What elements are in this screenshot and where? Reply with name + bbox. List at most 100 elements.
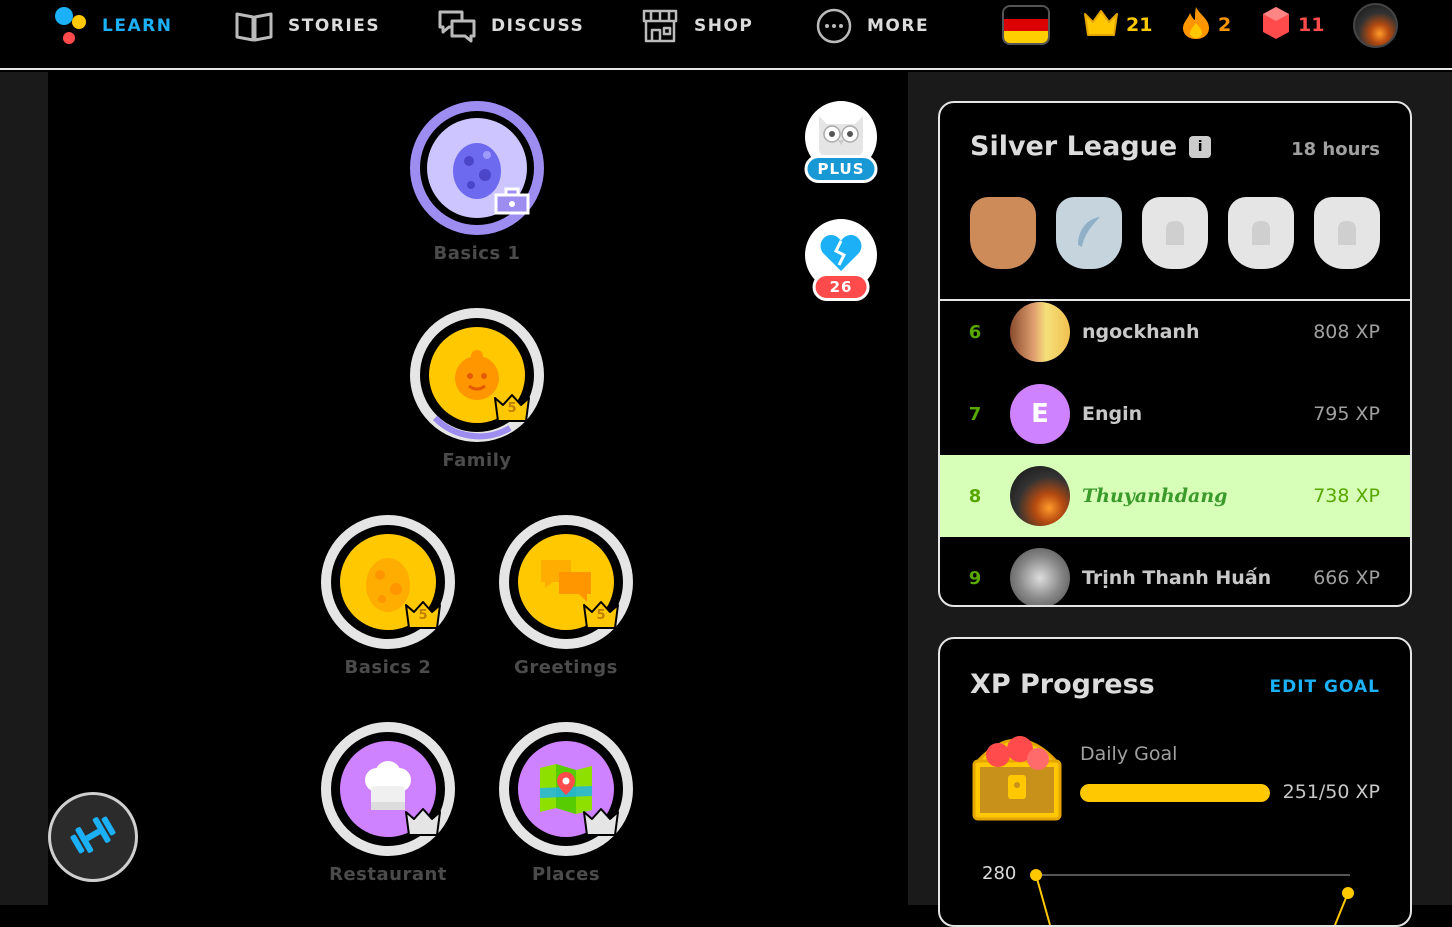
- bronze-league-icon: [970, 197, 1036, 269]
- leaderboard-row-current-user[interactable]: 8 Thuyanhdang 738 XP: [940, 455, 1410, 537]
- crown-level: 5: [507, 401, 517, 416]
- user-avatar: [1010, 466, 1070, 526]
- crown-level: 5: [596, 608, 606, 623]
- nav-discuss-label: DISCUSS: [491, 16, 585, 36]
- skill-basics-2[interactable]: 5 Basics 2: [318, 515, 458, 678]
- skill-places[interactable]: Places: [496, 722, 636, 885]
- nav-discuss[interactable]: DISCUSS: [437, 8, 584, 44]
- learn-icon: [54, 6, 88, 46]
- crown-level-badge: 5: [581, 599, 621, 631]
- top-nav-bar: LEARN STORIES DISCUSS SHOP MORE 21 2 11: [0, 0, 1452, 70]
- user-name: Thuyanhdang: [1082, 485, 1228, 507]
- info-icon[interactable]: i: [1189, 135, 1212, 158]
- practice-button[interactable]: [48, 792, 138, 882]
- skill-label: Greetings: [514, 657, 618, 678]
- user-name: Trịnh Thanh Huấn: [1082, 567, 1272, 589]
- plus-button[interactable]: PLUS: [804, 101, 878, 183]
- league-title: Silver League i: [970, 131, 1212, 162]
- xp-progress-title: XP Progress: [970, 669, 1155, 700]
- crown-level-badge: 5: [492, 392, 532, 424]
- skill-greetings[interactable]: 5 Greetings: [496, 515, 636, 678]
- skill-progress-ring: [499, 722, 633, 856]
- nav-learn[interactable]: LEARN: [54, 6, 173, 46]
- profile-avatar[interactable]: [1353, 3, 1398, 48]
- chat-bubbles-icon: [437, 9, 477, 43]
- skill-progress-ring: [321, 722, 455, 856]
- skill-progress-ring: 5: [410, 308, 544, 442]
- left-strip: [0, 72, 48, 905]
- user-name: ngockhanh: [1082, 321, 1200, 343]
- flame-icon: [1180, 5, 1212, 46]
- user-xp: 795 XP: [1313, 403, 1380, 425]
- more-dots-icon: [815, 7, 853, 45]
- plus-label: PLUS: [804, 155, 878, 183]
- german-flag-icon[interactable]: [1002, 5, 1050, 45]
- crown-level-badge: [581, 806, 621, 838]
- locked-league-icon: [1314, 197, 1380, 269]
- gems-count: 11: [1298, 14, 1325, 36]
- xp-line-chart: [1030, 869, 1354, 925]
- streak-count: 2: [1218, 14, 1232, 36]
- progress-bar-fill: [1080, 784, 1270, 802]
- crown-level-badge: 5: [403, 599, 443, 631]
- crowns-count: 21: [1126, 14, 1153, 36]
- user-avatar: [1010, 548, 1070, 605]
- user-name: Engin: [1082, 403, 1143, 425]
- rank: 6: [968, 321, 982, 343]
- leaderboard-row[interactable]: 7 E Engin 795 XP: [940, 373, 1410, 455]
- locked-league-icon: [1142, 197, 1208, 269]
- skill-label: Family: [442, 450, 512, 471]
- crown-level-badge: [403, 806, 443, 838]
- dumbbell-icon: [68, 815, 118, 859]
- league-card: Silver League i 18 hours 6 ngockhanh 808…: [938, 101, 1412, 607]
- chart-point: [1030, 869, 1042, 881]
- nav-more[interactable]: MORE: [815, 8, 929, 44]
- silver-league-icon: [1056, 197, 1122, 269]
- skill-label: Restaurant: [329, 864, 447, 885]
- user-xp: 738 XP: [1313, 485, 1380, 507]
- rank: 8: [968, 485, 982, 507]
- chart-point: [1342, 887, 1354, 899]
- skill-label: Places: [531, 864, 601, 885]
- skill-progress-ring: [410, 101, 544, 235]
- book-icon: [234, 9, 274, 43]
- nav-shop-label: SHOP: [694, 16, 754, 36]
- streak-stat[interactable]: 2: [1180, 6, 1231, 44]
- skill-restaurant[interactable]: Restaurant: [318, 722, 458, 885]
- nav-shop[interactable]: SHOP: [640, 8, 753, 44]
- skill-progress-ring: 5: [499, 515, 633, 649]
- rank: 7: [968, 403, 982, 425]
- leaderboard-row[interactable]: 9 Trịnh Thanh Huấn 666 XP: [940, 537, 1410, 605]
- edit-goal-button[interactable]: EDIT GOAL: [1269, 677, 1380, 697]
- chart-y-label: 280: [982, 863, 1017, 884]
- locked-chest-icon: [492, 185, 532, 217]
- daily-goal-label: Daily Goal: [1080, 743, 1178, 765]
- hearts-count: 26: [812, 273, 870, 301]
- hearts-button[interactable]: 26: [805, 219, 877, 301]
- skill-label: Basics 1: [433, 243, 521, 264]
- skill-family[interactable]: 5 Family: [407, 308, 547, 471]
- locked-league-icon: [1228, 197, 1294, 269]
- user-xp: 808 XP: [1313, 321, 1380, 343]
- league-time-left: 18 hours: [1291, 139, 1380, 160]
- nav-stories-label: STORIES: [288, 16, 381, 36]
- user-avatar: [1010, 302, 1070, 362]
- daily-goal-progress-bar: [1080, 784, 1270, 802]
- league-title-text: Silver League: [970, 131, 1178, 162]
- daily-goal-progress-text: 251/50 XP: [1282, 781, 1380, 803]
- crown-level: 5: [418, 608, 428, 623]
- leaderboard-row[interactable]: 6 ngockhanh 808 XP: [940, 291, 1410, 373]
- skill-label: Basics 2: [344, 657, 432, 678]
- nav-more-label: MORE: [867, 16, 930, 36]
- crowns-stat[interactable]: 21: [1082, 6, 1152, 44]
- user-avatar: E: [1010, 384, 1070, 444]
- rank: 9: [968, 567, 982, 589]
- user-xp: 666 XP: [1313, 567, 1380, 589]
- skill-basics-1[interactable]: Basics 1: [407, 101, 547, 264]
- treasure-chest-icon: [970, 723, 1064, 827]
- shop-icon: [640, 8, 680, 44]
- nav-stories[interactable]: STORIES: [234, 8, 380, 44]
- nav-learn-label: LEARN: [102, 16, 173, 36]
- gems-stat[interactable]: 11: [1260, 6, 1324, 44]
- crown-icon: [1082, 8, 1120, 43]
